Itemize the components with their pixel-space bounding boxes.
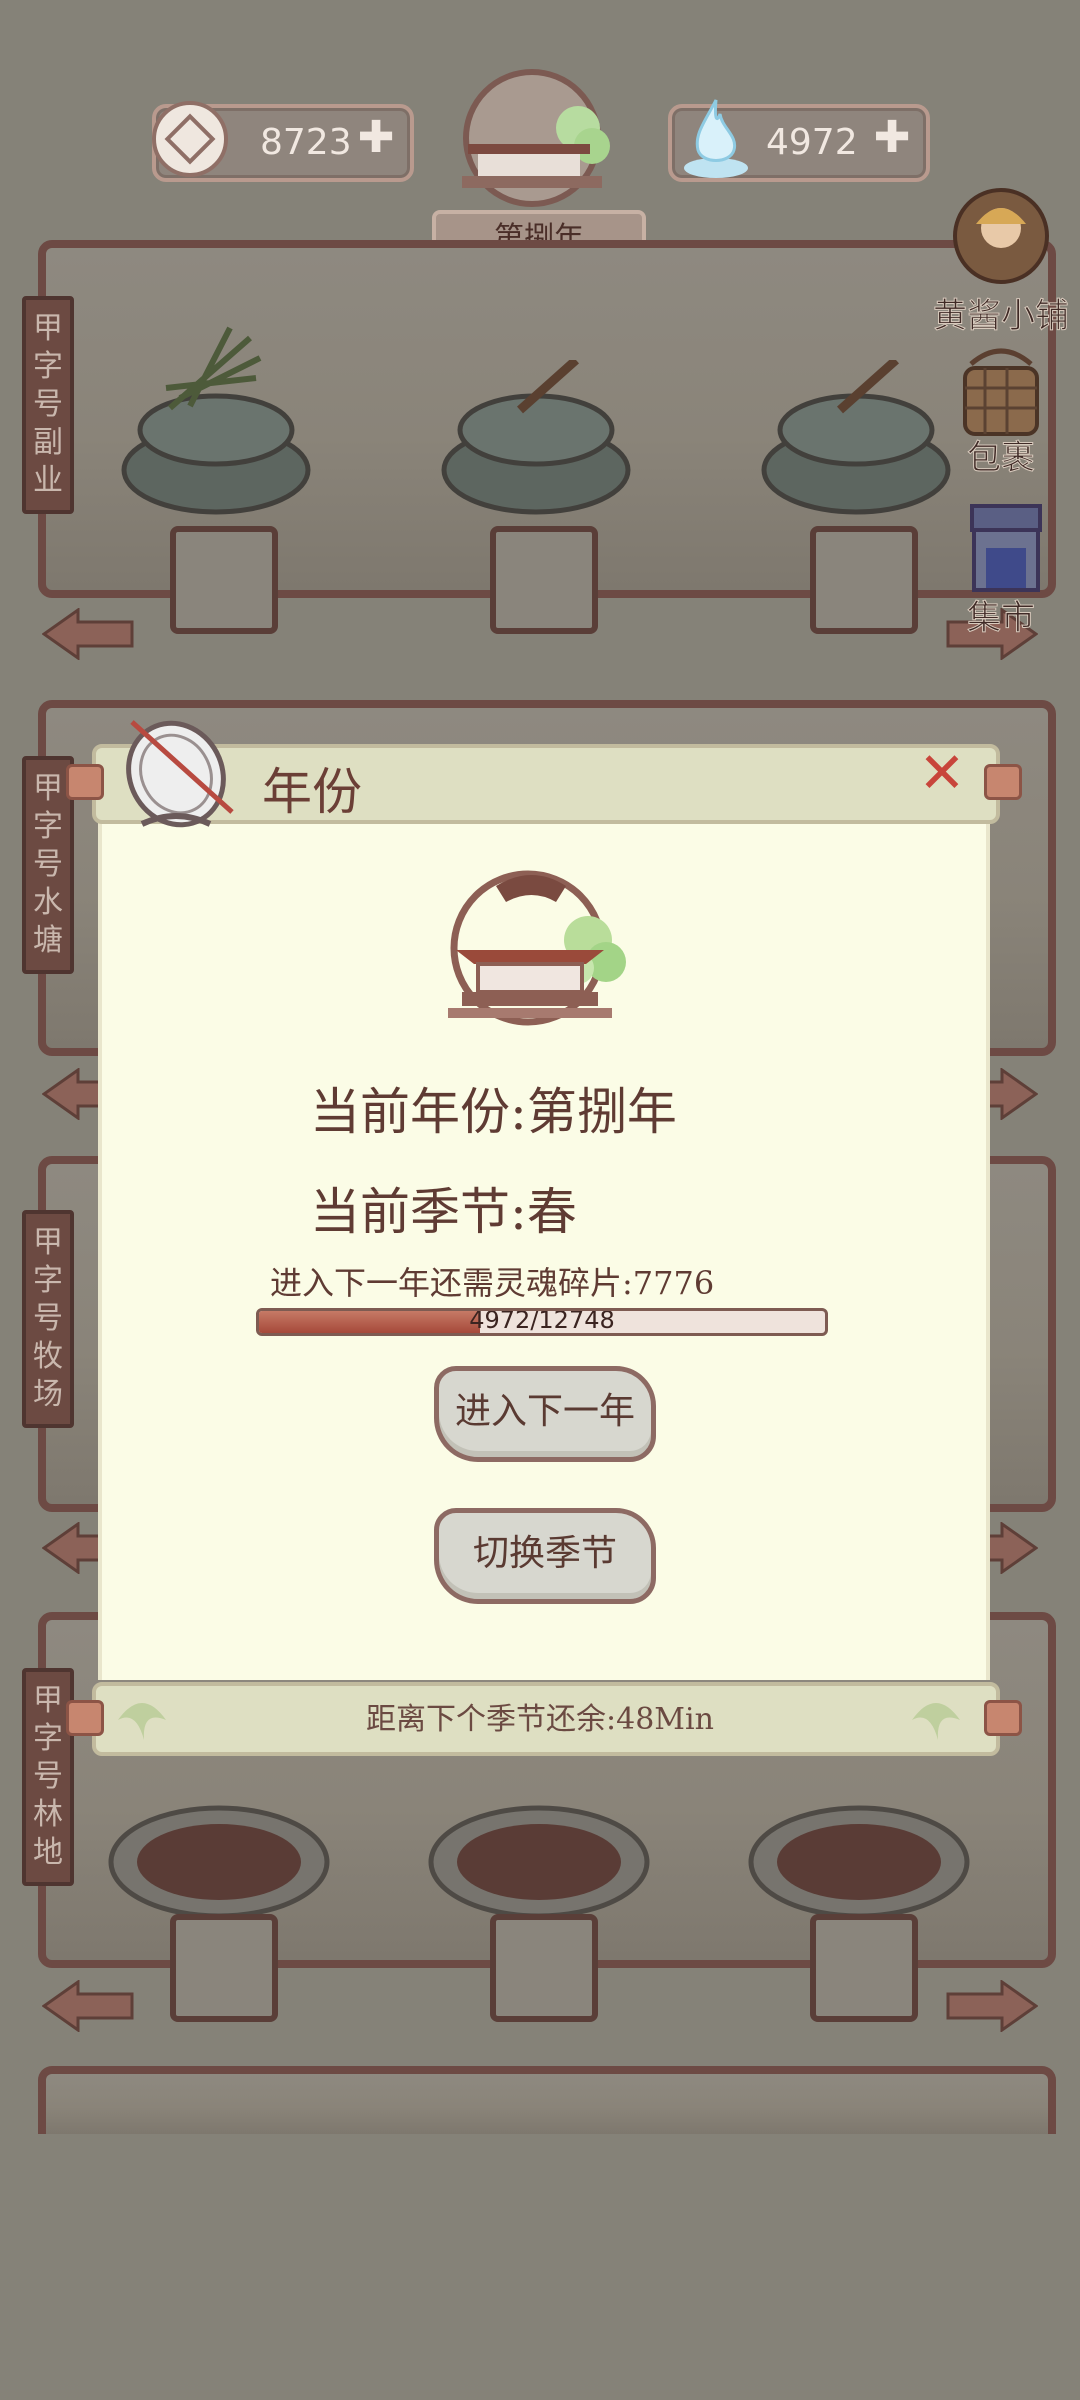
current-season-text: 当前季节:春 [310,1183,577,1241]
soil-plot-3[interactable] [744,1796,974,1926]
scroll-end [66,764,104,800]
slot-2[interactable] [490,526,598,634]
add-soul-shards-button[interactable]: ✚ [870,116,914,162]
market-stall-icon [970,504,1042,592]
sundial-icon [126,720,234,828]
soul-shard-progress-bar: 4972/12748 [256,1308,828,1336]
coin-counter: 8723 ✚ [152,101,414,182]
coin-value: 8723 [260,122,352,163]
scroll-end [984,764,1022,800]
slot-5[interactable] [490,1914,598,2022]
slot-6[interactable] [810,1914,918,2022]
shop-label: 黄酱小铺 [933,296,1070,337]
slot-3[interactable] [810,526,918,634]
slot-4[interactable] [170,1914,278,2022]
soul-shard-counter: 4972 ✚ [668,99,930,182]
current-year-text: 当前年份:第捌年 [310,1083,677,1141]
coin-icon [152,101,228,177]
next-section [38,2066,1056,2134]
package-button[interactable]: 包裹 [926,344,1076,479]
add-coins-button[interactable]: ✚ [354,116,398,162]
left-arrow-icon[interactable] [42,608,134,660]
slot-1[interactable] [170,526,278,634]
pavilion-emblem[interactable] [432,66,632,216]
section-label-ranch: 甲字号牧场 [22,1210,74,1428]
requirement-text: 进入下一年还需灵魂碎片:7776 [270,1264,715,1302]
millstone-2[interactable] [436,360,636,530]
soul-shard-value: 4972 [766,122,858,163]
basket-icon [963,348,1039,436]
package-label: 包裹 [967,438,1036,479]
soul-flame-icon [684,99,748,178]
season-countdown-text: 距离下个季节还余:48Min [366,1702,714,1737]
modal-title: 年份 [262,763,362,821]
progress-text: 4972/12748 [469,1308,615,1334]
next-year-button[interactable]: 进入下一年 [434,1366,656,1462]
right-arrow-icon[interactable] [946,1980,1038,2032]
market-button[interactable]: 集市 [926,500,1076,639]
shop-button[interactable]: 黄酱小铺 [926,184,1076,337]
herb-icon [165,326,262,411]
shopkeeper-avatar-icon [953,188,1049,284]
switch-season-button[interactable]: 切换季节 [434,1508,656,1604]
soil-plot-2[interactable] [424,1796,654,1926]
pavilion-icon [448,870,626,1026]
soil-plot-1[interactable] [104,1796,334,1926]
close-button[interactable]: ✕ [914,746,970,802]
left-arrow-icon[interactable] [42,1980,134,2032]
section-label-side-business: 甲字号副业 [22,296,74,514]
